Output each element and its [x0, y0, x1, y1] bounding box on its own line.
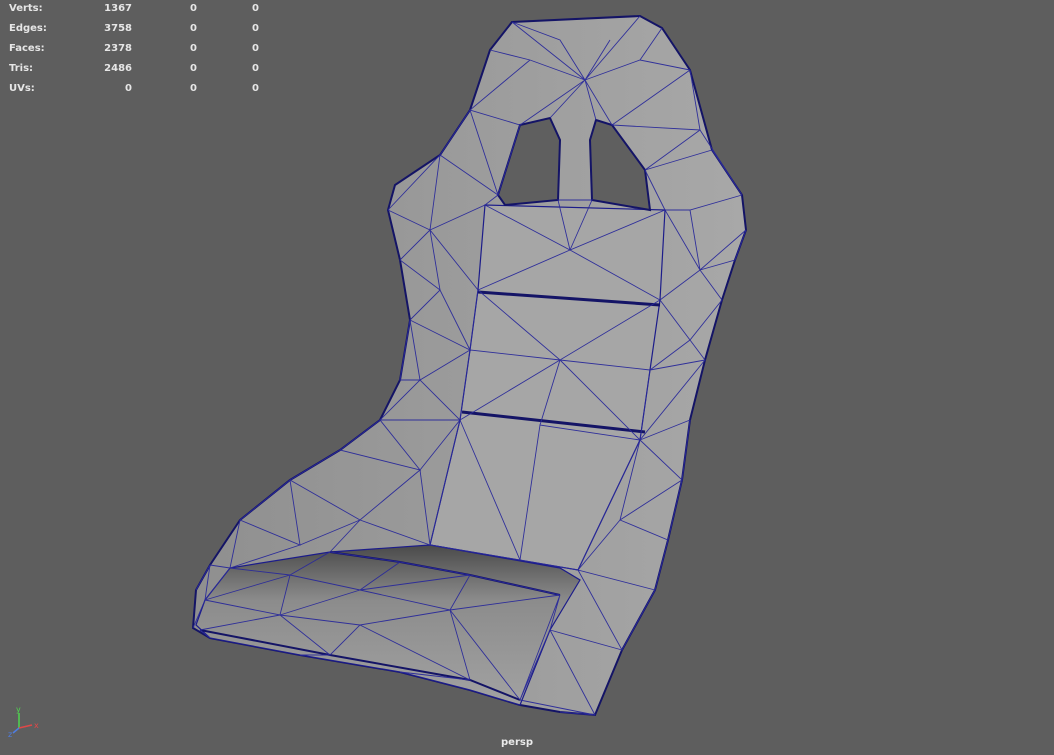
hud-label: Faces:	[9, 43, 45, 54]
hud-row-edges: Edges: 3758 0 0	[9, 22, 259, 42]
hud-value-highlighted: 0	[252, 23, 259, 34]
hud-value-selected: 0	[190, 63, 197, 74]
hud-label: Verts:	[9, 3, 43, 14]
poly-count-hud: Verts: 1367 0 0 Edges: 3758 0 0 Faces: 2…	[9, 2, 259, 102]
axis-x-line	[18, 724, 33, 729]
hud-value-selected: 0	[190, 3, 197, 14]
axis-x-label: x	[34, 721, 39, 730]
hud-label: UVs:	[9, 83, 35, 94]
hud-value-selected: 0	[190, 83, 197, 94]
hud-value-scene: 2486	[104, 63, 132, 74]
hud-value-selected: 0	[190, 23, 197, 34]
hud-row-verts: Verts: 1367 0 0	[9, 2, 259, 22]
hud-value-scene: 1367	[104, 3, 132, 14]
camera-name-label: persp	[501, 737, 533, 748]
hud-row-tris: Tris: 2486 0 0	[9, 62, 259, 82]
hud-row-uvs: UVs: 0 0 0	[9, 82, 259, 102]
hud-value-highlighted: 0	[252, 63, 259, 74]
hud-label: Tris:	[9, 63, 34, 74]
hud-value-highlighted: 0	[252, 3, 259, 14]
perspective-viewport[interactable]: Verts: 1367 0 0 Edges: 3758 0 0 Faces: 2…	[0, 0, 1054, 755]
hud-value-scene: 0	[125, 83, 132, 94]
hud-value-scene: 3758	[104, 23, 132, 34]
hud-value-highlighted: 0	[252, 83, 259, 94]
hud-value-highlighted: 0	[252, 43, 259, 54]
hud-value-scene: 2378	[104, 43, 132, 54]
hud-row-faces: Faces: 2378 0 0	[9, 42, 259, 62]
seat-cushion	[195, 544, 581, 706]
seat-model[interactable]	[0, 0, 1054, 755]
axis-y-label: y	[16, 705, 21, 714]
hud-label: Edges:	[9, 23, 47, 34]
hud-value-selected: 0	[190, 43, 197, 54]
axis-z-line	[12, 727, 20, 734]
